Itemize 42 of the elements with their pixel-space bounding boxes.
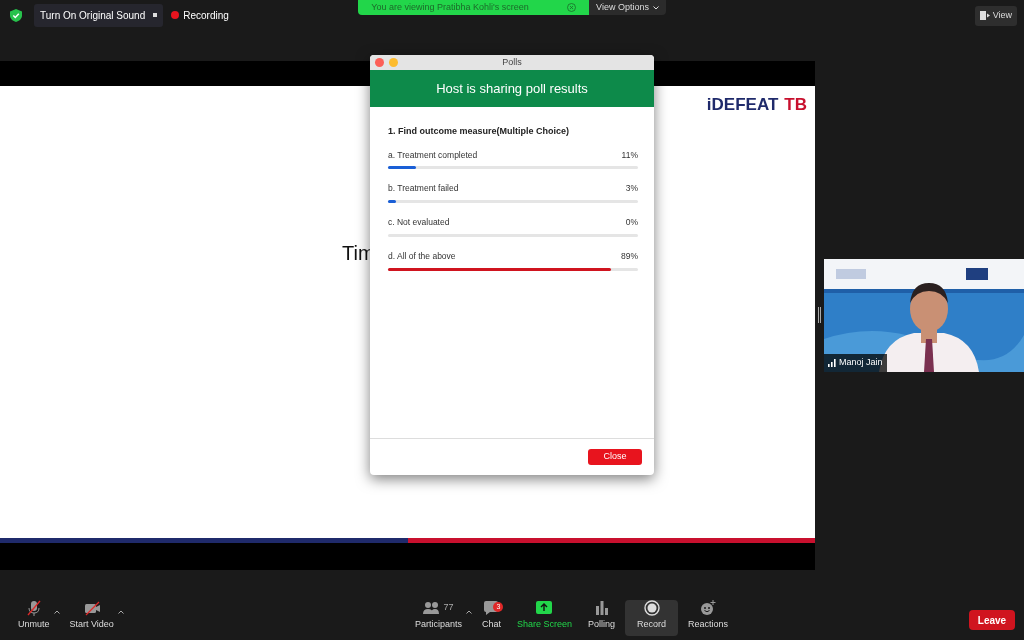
option-label: b. Treatment failed (388, 182, 459, 195)
camera-icon (83, 600, 100, 616)
record-button[interactable]: Record (625, 600, 679, 636)
option-label: a. Treatment completed (388, 148, 478, 162)
close-button[interactable]: Close (588, 449, 642, 465)
option-percent: 11% (621, 148, 638, 162)
view-options-button[interactable]: View Options (589, 0, 666, 15)
caret-up-icon[interactable] (117, 610, 124, 614)
option-percent: 0% (625, 216, 638, 229)
option-percent: 89% (621, 249, 638, 263)
close-icon[interactable] (566, 3, 576, 12)
caret-up-icon[interactable] (53, 610, 60, 614)
polling-button[interactable]: Polling (582, 600, 621, 636)
participant-name: Manoj Jain (839, 356, 883, 369)
option-percent: 3% (625, 182, 638, 195)
leave-button[interactable]: Leave (969, 610, 1015, 630)
record-icon (643, 600, 660, 616)
drag-handle[interactable] (818, 307, 821, 323)
view-button[interactable]: View (974, 6, 1017, 26)
poll-question: 1. Find outcome measure(Multiple Choice) (388, 125, 571, 138)
people-icon (423, 600, 440, 616)
share-screen-button[interactable]: Share Screen (510, 600, 578, 636)
signal-icon (828, 358, 836, 367)
participants-button[interactable]: 77 Participants (408, 600, 468, 636)
recording-label: Recording (183, 8, 229, 23)
option-label: c. Not evaluated (388, 216, 450, 229)
chevron-down-icon (652, 5, 659, 10)
poll-header: Host is sharing poll results (370, 70, 654, 107)
logo-text: TB (784, 93, 807, 116)
mic-button[interactable]: Unmute (12, 600, 56, 636)
option-label: d. All of the above (388, 249, 456, 263)
logo-text: iDEFEAT (706, 93, 779, 116)
view-icon (979, 11, 990, 21)
shield-icon (10, 8, 22, 22)
recording-dot-icon (171, 11, 180, 19)
window-title: Polls (502, 55, 522, 69)
bar-chart-icon (593, 600, 610, 616)
caret-up-icon[interactable] (465, 610, 472, 614)
reactions-button[interactable]: Reactions (682, 600, 735, 636)
camera-button[interactable]: Start Video (63, 600, 120, 636)
microphone-icon (25, 600, 42, 616)
banner-text: You are viewing Pratibha Kohli's screen (371, 0, 529, 14)
